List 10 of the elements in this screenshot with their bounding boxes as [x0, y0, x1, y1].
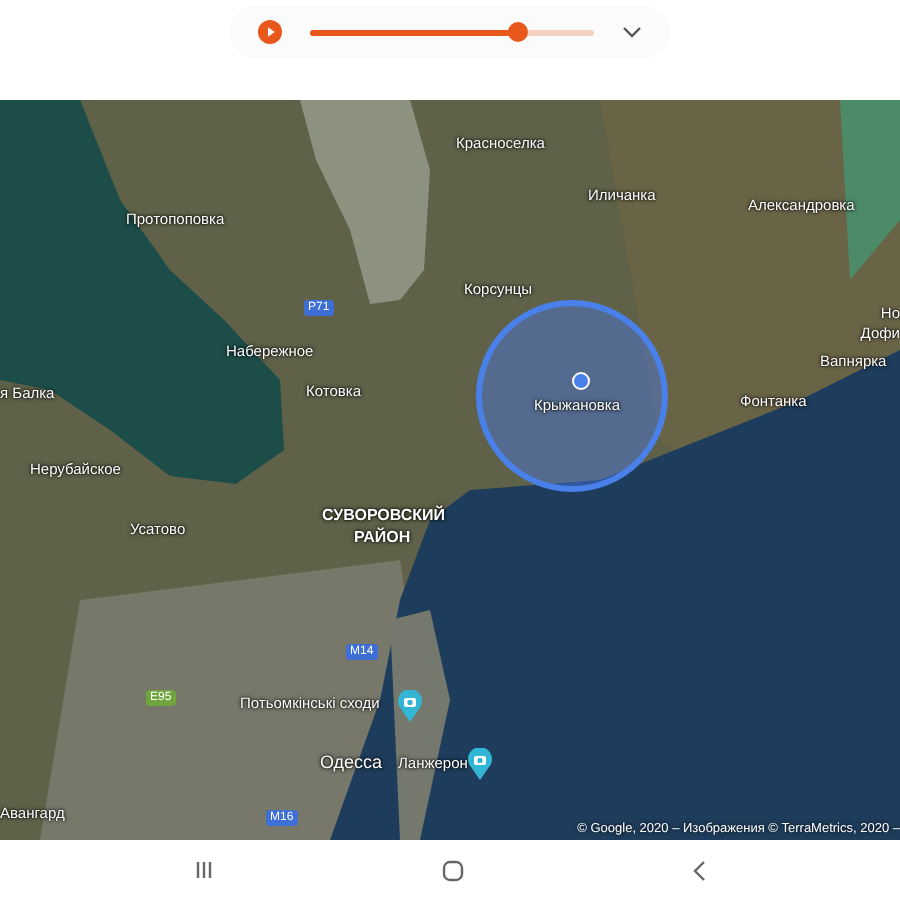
district-label: СУВОРОВСКИЙ — [322, 506, 446, 524]
district-label: РАЙОН — [354, 528, 411, 546]
satellite-map[interactable] — [0, 100, 900, 840]
seek-thumb[interactable] — [507, 22, 528, 42]
camera-pin-icon[interactable] — [468, 748, 492, 780]
chevron-down-icon[interactable] — [622, 26, 642, 38]
play-icon[interactable] — [258, 20, 282, 44]
back-icon[interactable] — [692, 859, 706, 881]
recent-apps-icon[interactable] — [194, 860, 214, 880]
home-icon[interactable] — [442, 859, 464, 881]
